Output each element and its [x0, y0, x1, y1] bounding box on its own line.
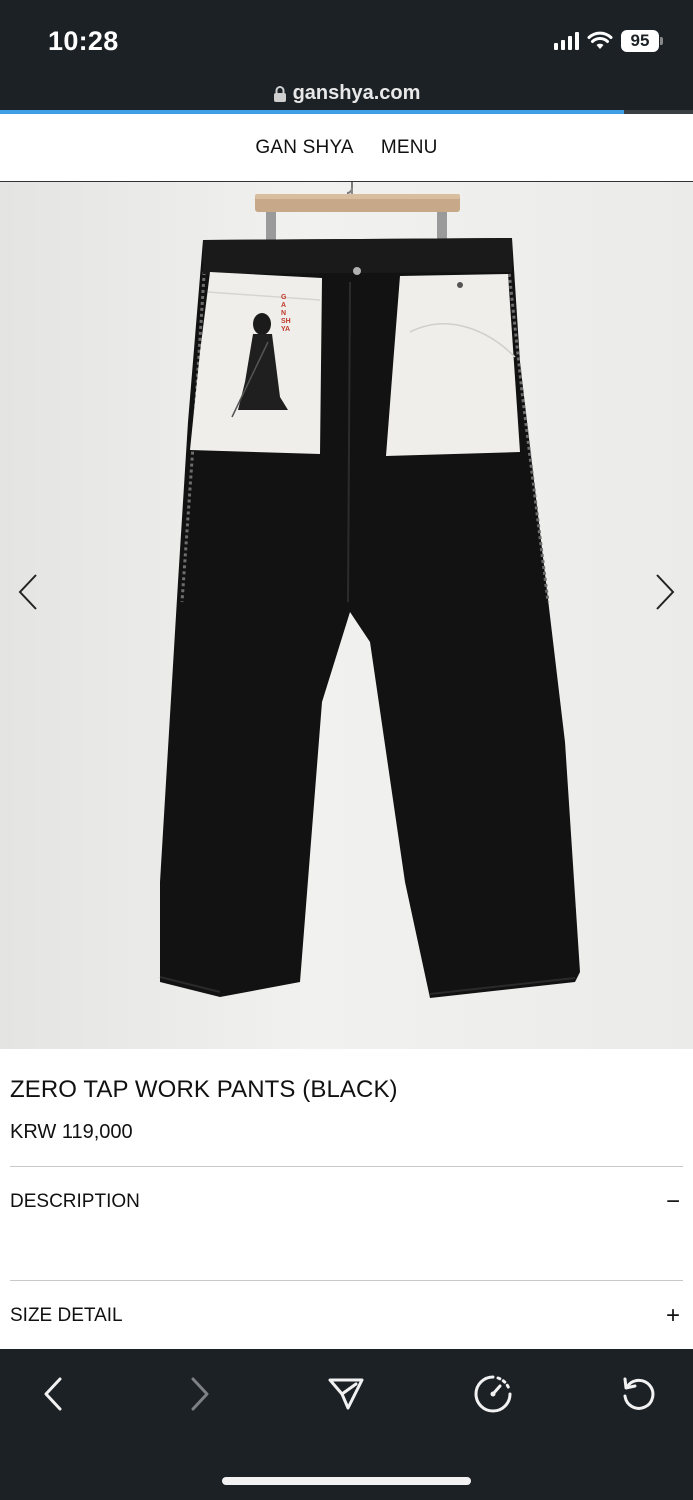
- battery-icon: 95: [621, 30, 663, 52]
- product-image-carousel[interactable]: GAN SHYA: [0, 182, 693, 1049]
- product-title: ZERO TAP WORK PANTS (BLACK): [10, 1076, 398, 1103]
- back-icon: [44, 1377, 62, 1411]
- browser-top-chrome: 10:28 95 ganshya.com: [0, 0, 693, 114]
- share-button[interactable]: [321, 1369, 371, 1419]
- forward-icon: [191, 1377, 209, 1411]
- plus-icon: +: [665, 1302, 680, 1329]
- url-domain: ganshya.com: [292, 82, 421, 104]
- reload-button[interactable]: [614, 1369, 664, 1419]
- accordion-description[interactable]: DESCRIPTION −: [10, 1182, 683, 1222]
- back-button[interactable]: [28, 1369, 78, 1419]
- brand-link[interactable]: GAN SHYA: [255, 137, 353, 159]
- site-header: GAN SHYA MENU: [0, 114, 693, 182]
- forward-button[interactable]: [175, 1369, 225, 1419]
- accordion-size-detail[interactable]: SIZE DETAIL +: [10, 1296, 683, 1336]
- carousel-next-button[interactable]: [645, 568, 685, 616]
- speed-dial-icon: [474, 1375, 512, 1413]
- chevron-left-icon: [18, 574, 37, 610]
- minus-icon: −: [665, 1188, 680, 1215]
- divider: [10, 1280, 683, 1281]
- speed-dial-button[interactable]: [468, 1369, 518, 1419]
- reload-icon: [623, 1377, 655, 1410]
- accordion-size-detail-label: SIZE DETAIL: [10, 1305, 123, 1326]
- wifi-icon: [587, 31, 613, 51]
- pocket-print-text: GAN SHYA: [281, 294, 291, 333]
- address-bar[interactable]: ganshya.com: [0, 82, 693, 105]
- carousel-prev-button[interactable]: [8, 568, 48, 616]
- accordion-description-label: DESCRIPTION: [10, 1191, 140, 1212]
- status-icons: 95: [554, 28, 663, 54]
- menu-link[interactable]: MENU: [381, 137, 438, 159]
- cellular-signal-icon: [554, 32, 579, 50]
- home-indicator[interactable]: [222, 1477, 471, 1485]
- product-photo: [159, 182, 580, 998]
- status-time: 10:28: [48, 26, 119, 56]
- battery-level: 95: [621, 30, 659, 52]
- chevron-right-icon: [656, 574, 675, 610]
- divider: [10, 1166, 683, 1167]
- product-price: KRW 119,000: [10, 1121, 133, 1143]
- browser-toolbar: [0, 1349, 693, 1500]
- share-icon: [328, 1378, 364, 1410]
- lock-icon: [273, 85, 286, 102]
